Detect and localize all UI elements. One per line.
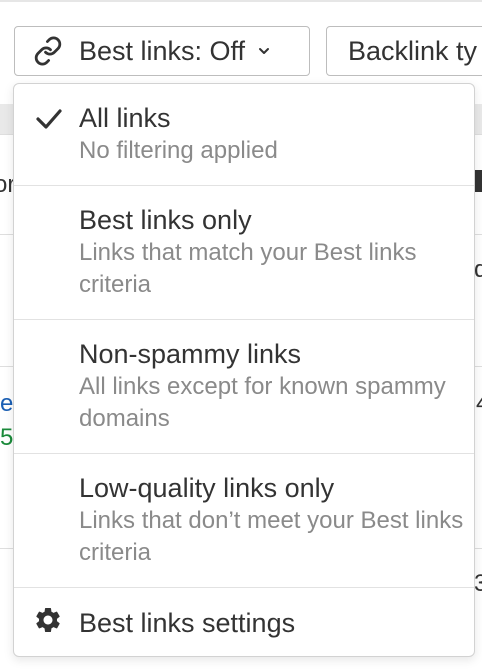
bg-value-fragment: 5: [0, 424, 14, 451]
gear-icon: [36, 607, 60, 632]
best-links-settings-label: Best links settings: [79, 608, 296, 638]
chevron-down-icon: [257, 44, 271, 58]
menu-item-low-quality-links[interactable]: Low-quality links only Links that don’t …: [14, 454, 474, 588]
bg-text-fragment: 4: [476, 390, 482, 418]
menu-item-title: Non-spammy links: [79, 339, 302, 369]
menu-item-all-links[interactable]: All links No filtering applied: [14, 101, 474, 185]
bg-link-fragment[interactable]: e: [0, 390, 13, 418]
link-icon: [33, 36, 63, 66]
menu-item-description: All links except for known spammy domain…: [79, 373, 446, 432]
bg-text-fragment: 3: [474, 570, 482, 597]
best-links-filter-label: Best links: Off: [79, 35, 246, 66]
menu-item-title: All links: [79, 103, 171, 133]
menu-item-description: No filtering applied: [79, 137, 278, 164]
bg-text-fragment: d: [474, 256, 482, 283]
calendar-icon-fragment: [474, 170, 482, 192]
menu-item-title: Best links only: [79, 205, 252, 235]
menu-item-title: Low-quality links only: [79, 473, 335, 503]
menu-item-non-spammy-links[interactable]: Non-spammy links All links except for kn…: [14, 320, 474, 454]
best-links-dropdown: All links No filtering applied Best link…: [13, 83, 475, 657]
menu-item-description: Links that match your Best links criteri…: [79, 239, 417, 298]
best-links-settings-item[interactable]: Best links settings: [14, 588, 474, 656]
page-top-border: [0, 0, 482, 2]
check-icon: [36, 109, 62, 129]
backlink-type-filter-label: Backlink ty: [348, 35, 478, 66]
menu-item-description: Links that don’t meet your Best links cr…: [79, 507, 464, 566]
menu-item-best-links-only[interactable]: Best links only Links that match your Be…: [14, 186, 474, 320]
backlink-type-filter-button[interactable]: Backlink ty: [326, 26, 482, 76]
best-links-filter-button[interactable]: Best links: Off: [14, 26, 310, 76]
